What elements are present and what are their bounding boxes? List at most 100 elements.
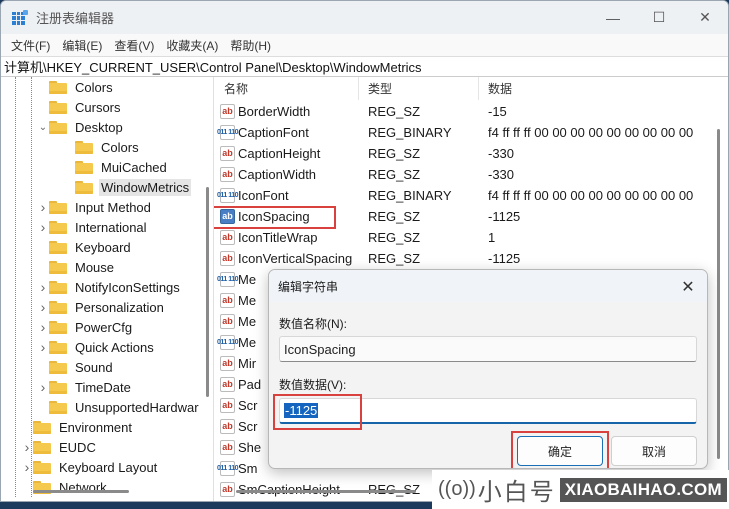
tree-item-label: Cursors	[75, 99, 121, 115]
value-name-field[interactable]: IconSpacing	[279, 336, 697, 362]
tree-item[interactable]: › EUDC	[1, 437, 213, 457]
value-name-cell: ab CaptionHeight	[214, 146, 359, 161]
title-bar: 注册表编辑器 — ☐ ✕	[1, 1, 728, 34]
tree-item[interactable]: Environment	[1, 417, 213, 437]
tree-item-label: Mouse	[75, 259, 115, 275]
folder-icon	[49, 280, 67, 294]
tree-item[interactable]: MuiCached	[1, 157, 213, 177]
list-header: 名称 类型 数据	[214, 77, 728, 101]
tree-item[interactable]: UnsupportedHardwar	[1, 397, 213, 417]
tree-item-label: Personalization	[75, 299, 164, 315]
reg-binary-icon: 011 110	[217, 335, 239, 350]
tree-item[interactable]: Network	[1, 477, 213, 497]
value-type: REG_SZ	[368, 209, 421, 224]
value-row[interactable]: ab IconTitleWrap REG_SZ 1	[214, 227, 728, 248]
menu-edit[interactable]: 编辑(E)	[56, 37, 108, 54]
chevron-right-icon[interactable]: ›	[37, 319, 49, 335]
list-vertical-scrollbar[interactable]	[717, 129, 720, 459]
cancel-button[interactable]: 取消	[611, 436, 697, 466]
menu-view[interactable]: 查看(V)	[108, 37, 160, 54]
address-bar[interactable]: 计算机\HKEY_CURRENT_USER\Control Panel\Desk…	[1, 56, 728, 77]
folder-icon	[49, 260, 67, 274]
tree-item[interactable]: › Input Method	[1, 197, 213, 217]
column-header-name[interactable]: 名称	[214, 77, 359, 100]
tree-item[interactable]: Colors	[1, 77, 213, 97]
reg-string-icon: ab	[220, 398, 235, 413]
chevron-down-icon[interactable]: ⌄	[37, 122, 49, 133]
tree-item-label: Environment	[59, 419, 132, 435]
dialog-close-icon[interactable]: ✕	[677, 276, 699, 298]
value-data-highlight-box	[273, 394, 362, 430]
reg-string-icon: ab	[220, 230, 235, 245]
value-row[interactable]: 011 110 IconFont REG_BINARY f4 ff ff ff 00 …	[214, 185, 728, 206]
value-row[interactable]: ab IconVerticalSpacing REG_SZ -1125	[214, 248, 728, 269]
value-row[interactable]: 011 110 CaptionFont REG_BINARY f4 ff ff ff …	[214, 122, 728, 143]
column-header-type[interactable]: 类型	[359, 77, 479, 100]
folder-icon	[75, 180, 93, 194]
tree-item[interactable]: › International	[1, 217, 213, 237]
tree-item-label: Colors	[75, 79, 113, 95]
value-row[interactable]: ab CaptionWidth REG_SZ -330	[214, 164, 728, 185]
value-name-cell: ab BorderWidth	[214, 104, 359, 119]
reg-string-icon: ab	[220, 251, 235, 266]
chevron-right-icon[interactable]: ›	[37, 199, 49, 215]
folder-icon	[33, 440, 51, 454]
chevron-right-icon[interactable]: ›	[37, 339, 49, 355]
value-type: REG_SZ	[368, 167, 421, 182]
regedit-app-icon	[12, 9, 28, 26]
value-name-cell: ab CaptionWidth	[214, 167, 359, 182]
tree-item[interactable]: › TimeDate	[1, 377, 213, 397]
ok-highlight-box	[511, 431, 609, 468]
value-data: f4 ff ff ff 00 00 00 00 00 00 00 00 00	[488, 188, 694, 203]
value-type: REG_SZ	[368, 146, 421, 161]
maximize-button[interactable]: ☐	[636, 1, 682, 34]
tree-item-label: Desktop	[75, 119, 123, 135]
menu-favorites[interactable]: 收藏夹(A)	[160, 37, 224, 54]
menu-file[interactable]: 文件(F)	[5, 37, 56, 54]
reg-binary-icon: 011 110	[217, 272, 239, 287]
tree-item[interactable]: › Keyboard Layout	[1, 457, 213, 477]
value-name-cell: ab IconTitleWrap	[214, 230, 359, 245]
chevron-right-icon[interactable]: ›	[37, 379, 49, 395]
tree-item-label: MuiCached	[101, 159, 167, 175]
reg-string-icon: ab	[220, 440, 235, 455]
value-name: CaptionFont	[238, 125, 309, 140]
minimize-button[interactable]: —	[590, 1, 636, 34]
tree-item[interactable]: › NotifyIconSettings	[1, 277, 213, 297]
close-button[interactable]: ✕	[682, 1, 728, 34]
tree-item-label: Input Method	[75, 199, 151, 215]
tree-item[interactable]: Cursors	[1, 97, 213, 117]
reg-string-icon: ab	[220, 377, 235, 392]
reg-string-icon: ab	[220, 293, 235, 308]
tree-item[interactable]: WindowMetrics	[1, 177, 213, 197]
chevron-right-icon[interactable]: ›	[37, 219, 49, 235]
tree-item[interactable]: Keyboard	[1, 237, 213, 257]
tree-item[interactable]: › Personalization	[1, 297, 213, 317]
tree-vertical-scrollbar[interactable]	[206, 187, 209, 397]
value-name: IconTitleWrap	[238, 230, 318, 245]
value-row[interactable]: ab BorderWidth REG_SZ -15	[214, 101, 728, 122]
value-name-label: 数值名称(N):	[279, 317, 347, 331]
broadcast-icon: ((o))	[438, 478, 476, 500]
chevron-right-icon[interactable]: ›	[37, 299, 49, 315]
tree-item[interactable]: › Quick Actions	[1, 337, 213, 357]
iconspacing-highlight-box	[214, 206, 336, 229]
value-type: REG_BINARY	[368, 188, 452, 203]
dialog-title: 编辑字符串	[278, 279, 339, 294]
tree-item[interactable]: Mouse	[1, 257, 213, 277]
list-horizontal-scrollbar[interactable]	[236, 490, 416, 493]
menu-help[interactable]: 帮助(H)	[224, 37, 277, 54]
watermark-banner: ((o)) 小白号 XIAOBAIHAO.COM	[432, 470, 729, 509]
tree-item-label: International	[75, 219, 147, 235]
tree-item[interactable]: Colors	[1, 137, 213, 157]
tree-horizontal-scrollbar[interactable]	[33, 490, 129, 493]
folder-icon	[49, 360, 67, 374]
tree-item[interactable]: ⌄ Desktop	[1, 117, 213, 137]
value-data: 1	[488, 230, 496, 245]
tree-item[interactable]: Sound	[1, 357, 213, 377]
tree-item[interactable]: › PowerCfg	[1, 317, 213, 337]
column-header-data[interactable]: 数据	[479, 77, 728, 100]
value-row[interactable]: ab CaptionHeight REG_SZ -330	[214, 143, 728, 164]
chevron-right-icon[interactable]: ›	[37, 279, 49, 295]
folder-icon	[49, 240, 67, 254]
